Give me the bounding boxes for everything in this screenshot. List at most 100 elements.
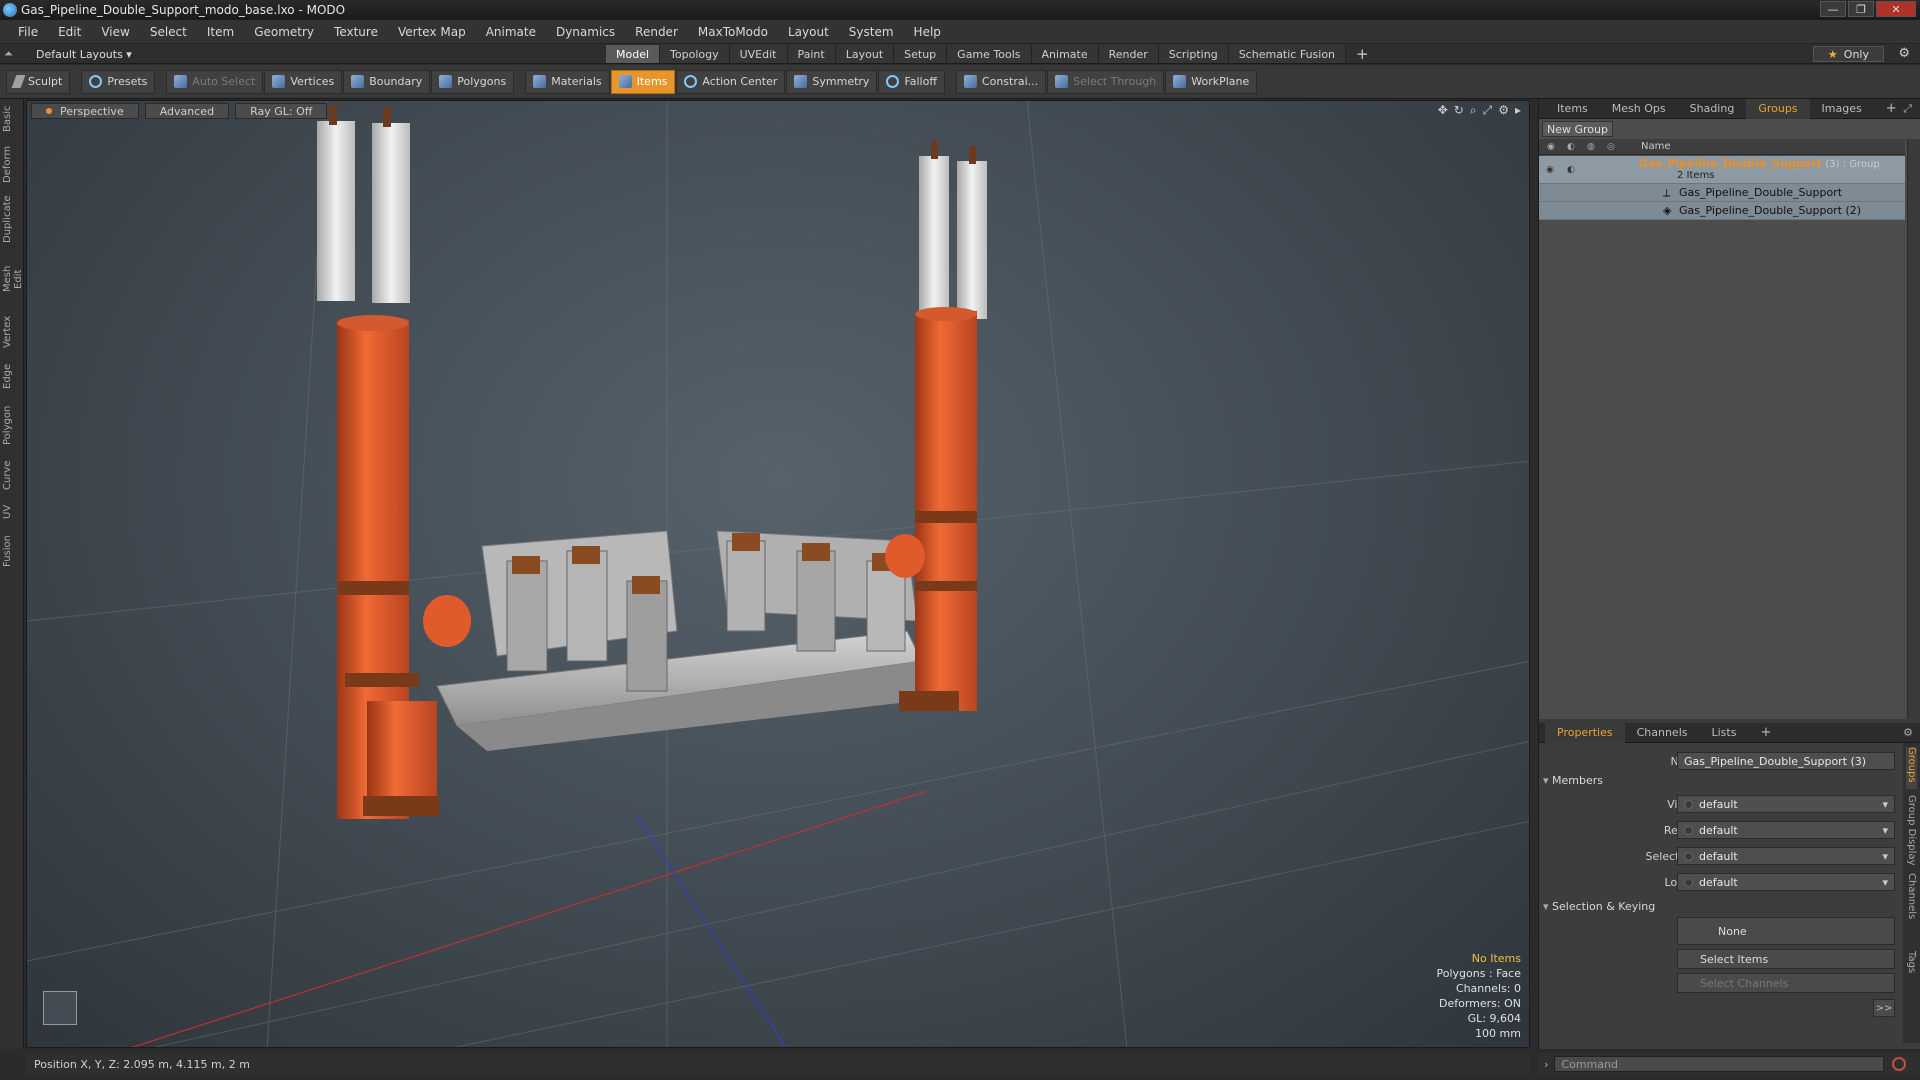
left-tab-uv[interactable]: UV	[2, 501, 22, 523]
auto-select-button[interactable]: Auto Select	[166, 69, 264, 94]
menu-texture[interactable]: Texture	[324, 25, 388, 39]
selectable-dropdown[interactable]: default	[1677, 847, 1895, 865]
menu-select[interactable]: Select	[140, 25, 197, 39]
axis-orientation-gizmo[interactable]	[43, 991, 77, 1025]
tab-topology[interactable]: Topology	[660, 45, 730, 63]
stop-icon[interactable]	[1892, 1057, 1907, 1071]
side-tab-groups[interactable]: Groups	[1906, 747, 1917, 789]
side-tab-tags[interactable]: Tags	[1906, 951, 1917, 981]
menu-item[interactable]: Item	[197, 25, 244, 39]
none-selection-button[interactable]: None	[1677, 917, 1895, 945]
tab-lists[interactable]: Lists	[1700, 723, 1749, 743]
visibility-column-icon[interactable]: ◉	[1547, 142, 1559, 152]
action-center-button[interactable]: Action Center	[676, 69, 786, 94]
tab-properties[interactable]: Properties	[1545, 722, 1625, 743]
pan-icon[interactable]: ✥	[1438, 103, 1448, 118]
tab-images[interactable]: Images	[1810, 99, 1874, 119]
menu-help[interactable]: Help	[904, 25, 951, 39]
boundary-button[interactable]: Boundary	[343, 69, 431, 94]
expand-panel-icon[interactable]: ⤢	[1903, 102, 1912, 116]
menu-edit[interactable]: Edit	[48, 25, 91, 39]
add-properties-tab-button[interactable]: +	[1748, 723, 1783, 743]
select-channels-button[interactable]: Select Channels	[1677, 973, 1895, 993]
constraints-button[interactable]: Constrai...	[955, 69, 1047, 94]
more-button[interactable]: >>	[1873, 999, 1895, 1017]
gear-icon[interactable]: ⚙	[1898, 46, 1910, 61]
eye-icon[interactable]: ◉	[1546, 165, 1554, 175]
menu-dynamics[interactable]: Dynamics	[546, 25, 625, 39]
left-tab-duplicate[interactable]: Duplicate	[2, 195, 22, 243]
command-history-icon[interactable]: ›	[1544, 1058, 1548, 1071]
left-tab-mesh-edit[interactable]: Mesh Edit	[2, 255, 24, 303]
raygl-toggle[interactable]: Ray GL: Off	[235, 103, 328, 119]
locked-dropdown[interactable]: default	[1677, 873, 1895, 891]
tab-model[interactable]: Model	[606, 45, 661, 63]
tab-mesh-ops[interactable]: Mesh Ops	[1600, 99, 1678, 119]
tab-items[interactable]: Items	[1545, 99, 1600, 119]
layout-lock-icon[interactable]: ⏶	[4, 47, 16, 61]
tab-animate[interactable]: Animate	[1031, 45, 1099, 63]
properties-settings-icon[interactable]: ⚙	[1903, 726, 1913, 739]
select-column-icon[interactable]: ◍	[1587, 142, 1599, 152]
tab-channels[interactable]: Channels	[1625, 723, 1700, 743]
group-name-field[interactable]: Gas_Pipeline_Double_Support (3)	[1677, 752, 1895, 770]
render-dropdown[interactable]: default	[1677, 821, 1895, 839]
left-tab-edge[interactable]: Edge	[2, 361, 22, 391]
tab-setup[interactable]: Setup	[894, 45, 948, 63]
tab-scripting[interactable]: Scripting	[1158, 45, 1229, 63]
viewport-settings-icon[interactable]: ⚙	[1498, 103, 1509, 118]
tab-schematic-fusion[interactable]: Schematic Fusion	[1228, 45, 1347, 63]
add-tab-button[interactable]: +	[1346, 45, 1379, 63]
tab-render[interactable]: Render	[1098, 45, 1159, 63]
left-tab-vertex[interactable]: Vertex	[2, 315, 22, 349]
materials-button[interactable]: Materials	[525, 69, 610, 94]
symmetry-button[interactable]: Symmetry	[786, 69, 878, 94]
menu-view[interactable]: View	[91, 25, 139, 39]
menu-system[interactable]: System	[839, 25, 904, 39]
members-section-header[interactable]: Members	[1543, 774, 1603, 787]
left-tab-polygon[interactable]: Polygon	[2, 403, 22, 447]
left-tab-basic[interactable]: Basic	[2, 105, 22, 133]
zoom-icon[interactable]: ⌕	[1470, 103, 1477, 118]
left-tab-curve[interactable]: Curve	[2, 459, 22, 491]
falloff-button[interactable]: Falloff	[878, 69, 945, 94]
maximize-viewport-icon[interactable]: ⤢	[1483, 103, 1493, 118]
perspective-dropdown[interactable]: Perspective	[31, 103, 139, 119]
menu-maxtomodo[interactable]: MaxToModo	[688, 25, 778, 39]
left-tab-deform[interactable]: Deform	[2, 145, 22, 183]
left-tab-fusion[interactable]: Fusion	[2, 533, 22, 569]
menu-vertex-map[interactable]: Vertex Map	[388, 25, 476, 39]
selection-keying-section-header[interactable]: Selection & Keying	[1543, 900, 1655, 913]
tab-shading[interactable]: Shading	[1678, 99, 1747, 119]
side-tab-group-display[interactable]: Group Display	[1906, 795, 1917, 867]
menu-animate[interactable]: Animate	[476, 25, 546, 39]
menu-layout[interactable]: Layout	[778, 25, 839, 39]
presets-button[interactable]: Presets	[81, 69, 156, 94]
workplane-button[interactable]: WorkPlane	[1165, 69, 1258, 94]
3d-viewport[interactable]: Perspective Advanced Ray GL: Off ✥ ↻ ⌕ ⤢…	[26, 100, 1530, 1048]
items-button[interactable]: Items	[610, 69, 676, 94]
only-toggle-button[interactable]: ★ Only	[1812, 46, 1884, 62]
vertices-button[interactable]: Vertices	[264, 69, 343, 94]
polygons-button[interactable]: Polygons	[431, 69, 515, 94]
render-icon[interactable]: ◐	[1567, 165, 1575, 175]
command-input[interactable]: Command	[1554, 1056, 1885, 1072]
advanced-dropdown[interactable]: Advanced	[144, 103, 230, 119]
tab-paint[interactable]: Paint	[787, 45, 836, 63]
sculpt-button[interactable]: Sculpt	[6, 69, 71, 94]
viewport-expand-icon[interactable]: ▸	[1515, 103, 1521, 118]
side-tab-user-channels[interactable]: User Channels	[1906, 873, 1920, 943]
list-item[interactable]: ⟂ Gas_Pipeline_Double_Support	[1539, 184, 1905, 202]
tab-layout[interactable]: Layout	[835, 45, 895, 63]
tab-game-tools[interactable]: Game Tools	[947, 45, 1032, 63]
default-layouts-dropdown[interactable]: ⏶ Default Layouts ▾	[4, 46, 132, 62]
menu-geometry[interactable]: Geometry	[244, 25, 324, 39]
close-button[interactable]: ✕	[1876, 1, 1916, 17]
groups-scrollbar[interactable]	[1907, 139, 1920, 719]
lock-column-icon[interactable]: ◎	[1607, 142, 1619, 152]
list-item[interactable]: ◈ Gas_Pipeline_Double_Support (2)	[1539, 202, 1905, 220]
new-group-button[interactable]: New Group	[1542, 121, 1613, 137]
maximize-button[interactable]: ❐	[1848, 1, 1874, 17]
visible-dropdown[interactable]: default	[1677, 795, 1895, 813]
menu-file[interactable]: File	[8, 25, 48, 39]
